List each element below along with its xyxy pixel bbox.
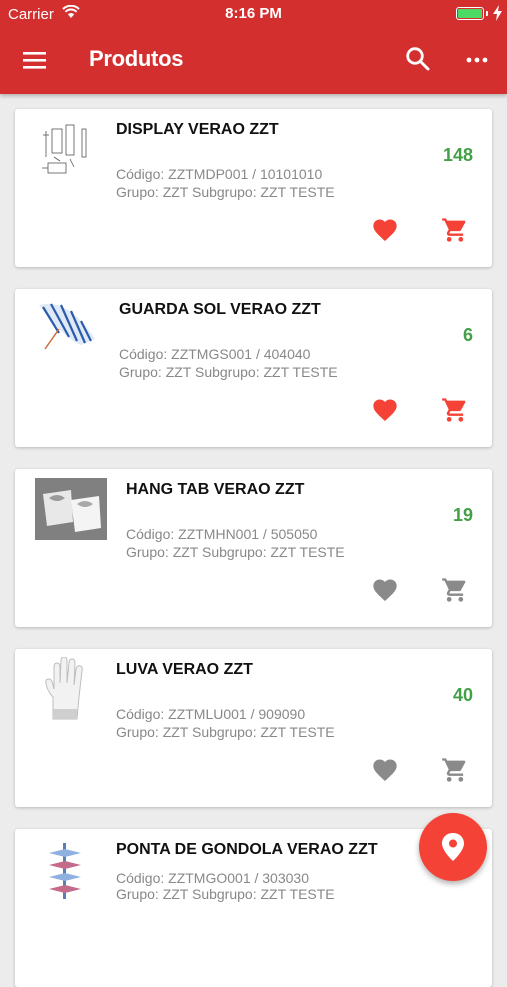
favorite-icon[interactable] <box>370 756 400 784</box>
product-quantity: 19 <box>452 505 473 525</box>
search-icon[interactable] <box>404 45 432 73</box>
product-name: PONTA DE GONDOLA VERAO ZZT <box>116 841 378 858</box>
battery-tip <box>486 11 488 16</box>
product-name: GUARDA SOL VERAO ZZT <box>119 301 321 318</box>
product-quantity: 6 <box>462 325 473 345</box>
product-name: HANG TAB VERAO ZZT <box>126 481 305 498</box>
charging-icon <box>493 5 502 21</box>
page-title: Produtos <box>89 46 184 71</box>
product-quantity: 148 <box>442 145 473 165</box>
product-card[interactable]: HANG TAB VERAO ZZT Código: ZZTMHN001 / 5… <box>15 469 492 627</box>
cart-icon[interactable] <box>440 756 470 784</box>
product-group: Grupo: ZZT Subgrupo: ZZT TESTE <box>119 364 338 380</box>
product-code: Código: ZZTMGS001 / 404040 <box>119 346 311 362</box>
cart-icon[interactable] <box>440 396 470 424</box>
favorite-icon[interactable] <box>370 396 400 424</box>
glove-icon <box>45 657 83 720</box>
product-name: LUVA VERAO ZZT <box>116 661 253 678</box>
product-group: Grupo: ZZT Subgrupo: ZZT TESTE <box>116 184 335 200</box>
app-header: Carrier 8:16 PM Produtos <box>0 0 507 94</box>
status-time: 8:16 PM <box>225 5 282 22</box>
status-bar: Carrier 8:16 PM <box>0 0 507 28</box>
cart-icon[interactable] <box>440 576 470 604</box>
product-card[interactable]: LUVA VERAO ZZT Código: ZZTMLU001 / 90909… <box>15 649 492 807</box>
umbrella-icon <box>39 303 95 350</box>
display-drawing-icon <box>42 124 87 174</box>
product-group: Grupo: ZZT Subgrupo: ZZT TESTE <box>126 544 345 560</box>
hang-tab-icon <box>35 478 107 540</box>
product-code: Código: ZZTMGO001 / 303030 <box>116 870 309 886</box>
menu-icon[interactable] <box>20 46 50 76</box>
product-code: Código: ZZTMHN001 / 505050 <box>126 526 318 542</box>
product-quantity: 40 <box>452 685 473 705</box>
favorite-icon[interactable] <box>370 576 400 604</box>
product-card[interactable]: GUARDA SOL VERAO ZZT Código: ZZTMGS001 /… <box>15 289 492 447</box>
product-name: DISPLAY VERAO ZZT <box>116 121 279 138</box>
product-card[interactable]: DISPLAY VERAO ZZT Código: ZZTMDP001 / 10… <box>15 109 492 267</box>
product-code: Código: ZZTMLU001 / 909090 <box>116 706 306 722</box>
location-fab-button[interactable] <box>419 813 487 881</box>
cart-icon[interactable] <box>440 216 470 244</box>
more-options-icon[interactable] <box>464 50 490 70</box>
location-pin-icon <box>442 833 464 861</box>
gondola-icon <box>49 843 81 899</box>
battery-icon <box>456 7 484 20</box>
product-code: Código: ZZTMDP001 / 10101010 <box>116 166 323 182</box>
product-group: Grupo: ZZT Subgrupo: ZZT TESTE <box>116 724 335 740</box>
favorite-icon[interactable] <box>370 216 400 244</box>
